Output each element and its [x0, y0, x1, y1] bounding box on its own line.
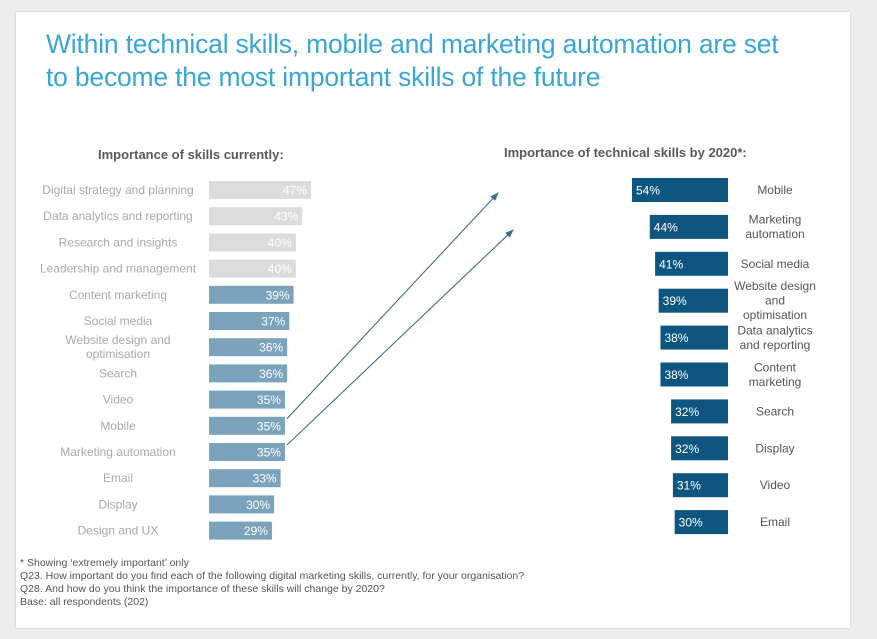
left-category-label-3-line: Leadership and management: [40, 262, 197, 276]
right-category-label-3-line: Website design: [734, 279, 816, 293]
marketing-automation-arrow: [286, 229, 514, 446]
left-category-label-2: Research and insights: [59, 235, 178, 249]
right-category-label-4-line: and reporting: [740, 338, 811, 352]
left-category-label-8: Video: [103, 393, 134, 407]
left-bar-value-7: 36%: [259, 367, 283, 381]
left-category-label-0: Digital strategy and planning: [42, 183, 193, 197]
right-bar-value-9: 30%: [679, 516, 703, 530]
left-bar-value-0: 47%: [283, 184, 307, 198]
right-category-label-5-line: Content: [754, 360, 797, 374]
left-bar-value-13: 29%: [244, 524, 268, 538]
left-bar-value-9: 35%: [257, 419, 281, 433]
left-category-label-9: Mobile: [100, 419, 136, 433]
right-category-label-6: Search: [756, 404, 794, 418]
left-category-label-6-line: optimisation: [86, 347, 150, 361]
charts-svg: 47% Digital strategy and planning 43% Data …: [40, 178, 816, 540]
left-bar-value-4: 39%: [266, 288, 290, 302]
right-category-label-4: Data analytics and reporting: [737, 323, 812, 352]
right-category-label-2: Social media: [741, 257, 810, 271]
right-category-label-9-line: Email: [760, 515, 790, 529]
right-bar-value-5: 38%: [664, 368, 688, 382]
right-category-label-1: Marketing automation: [745, 213, 804, 242]
left-category-label-13: Design and UX: [78, 524, 159, 538]
left-bar-value-11: 33%: [253, 472, 277, 486]
left-category-label-11-line: Email: [103, 471, 133, 485]
right-category-label-0-line: Mobile: [757, 183, 793, 197]
footnote-q23: Q23. How important do you find each of t…: [20, 570, 525, 582]
right-category-label-8: Video: [760, 478, 791, 492]
left-category-label-4: Content marketing: [69, 288, 167, 302]
left-category-label-4-line: Content marketing: [69, 288, 167, 302]
left-category-label-12: Display: [98, 497, 137, 511]
mobile-arrow: [286, 192, 499, 420]
right-category-label-5: Content marketing: [749, 360, 802, 389]
right-bar-value-4: 38%: [664, 331, 688, 345]
right-bar-value-7: 32%: [675, 442, 699, 456]
left-category-label-6-line: Website design and: [65, 333, 170, 347]
right-category-label-1-line: Marketing: [749, 213, 802, 227]
right-bar-value-1: 44%: [654, 220, 678, 234]
left-bar-value-2: 40%: [268, 236, 292, 250]
left-category-label-1-line: Data analytics and reporting: [43, 209, 192, 223]
left-bar-value-8: 35%: [257, 393, 281, 407]
right-category-label-3: Website design and optimisation: [734, 279, 816, 322]
left-category-label-13-line: Design and UX: [78, 524, 159, 538]
footnote-q28: Q28. And how do you think the importance…: [20, 583, 385, 595]
left-bar-value-10: 35%: [257, 446, 281, 460]
left-category-label-12-line: Display: [98, 497, 137, 511]
left-category-label-9-line: Mobile: [100, 419, 136, 433]
right-bar-value-3: 39%: [663, 294, 687, 308]
left-bar-value-3: 40%: [268, 262, 292, 276]
right-category-label-2-line: Social media: [741, 257, 810, 271]
left-category-label-7: Search: [99, 366, 137, 380]
right-bar-value-0: 54%: [636, 184, 660, 198]
right-category-label-0: Mobile: [757, 183, 793, 197]
right-category-label-8-line: Video: [760, 478, 791, 492]
right-bar-value-6: 32%: [675, 405, 699, 419]
right-category-label-7: Display: [755, 441, 794, 455]
left-category-label-3: Leadership and management: [40, 262, 197, 276]
left-bar-value-12: 30%: [246, 498, 270, 512]
left-category-label-5: Social media: [84, 314, 153, 328]
right-category-label-3-line: and: [765, 294, 785, 308]
left-category-label-10-line: Marketing automation: [60, 445, 175, 459]
left-bar-value-6: 36%: [259, 341, 283, 355]
footnote-asterisk: * Showing ‘extremely important’ only: [20, 557, 189, 569]
left-category-label-11: Email: [103, 471, 133, 485]
left-bar-value-1: 43%: [274, 210, 298, 224]
footnotes: * Showing ‘extremely important’ only Q23…: [20, 557, 524, 609]
left-category-label-5-line: Social media: [84, 314, 153, 328]
footnote-base: Base: all respondents (202): [20, 596, 149, 608]
left-category-label-6: Website design and optimisation: [65, 333, 170, 361]
right-bar-value-8: 31%: [677, 479, 701, 493]
right-category-label-4-line: Data analytics: [737, 323, 812, 337]
left-category-label-1: Data analytics and reporting: [43, 209, 192, 223]
right-category-label-9: Email: [760, 515, 790, 529]
right-category-label-5-line: marketing: [749, 375, 802, 389]
right-bar-value-2: 41%: [659, 257, 683, 271]
right-category-label-3-line: optimisation: [743, 308, 807, 322]
right-category-label-1-line: automation: [745, 227, 804, 241]
left-category-label-10: Marketing automation: [60, 445, 175, 459]
right-category-label-7-line: Display: [755, 441, 794, 455]
left-category-label-7-line: Search: [99, 366, 137, 380]
left-bar-value-5: 37%: [261, 315, 285, 329]
left-category-label-2-line: Research and insights: [59, 235, 178, 249]
left-category-label-0-line: Digital strategy and planning: [42, 183, 193, 197]
left-category-label-8-line: Video: [103, 393, 134, 407]
right-category-label-6-line: Search: [756, 404, 794, 418]
